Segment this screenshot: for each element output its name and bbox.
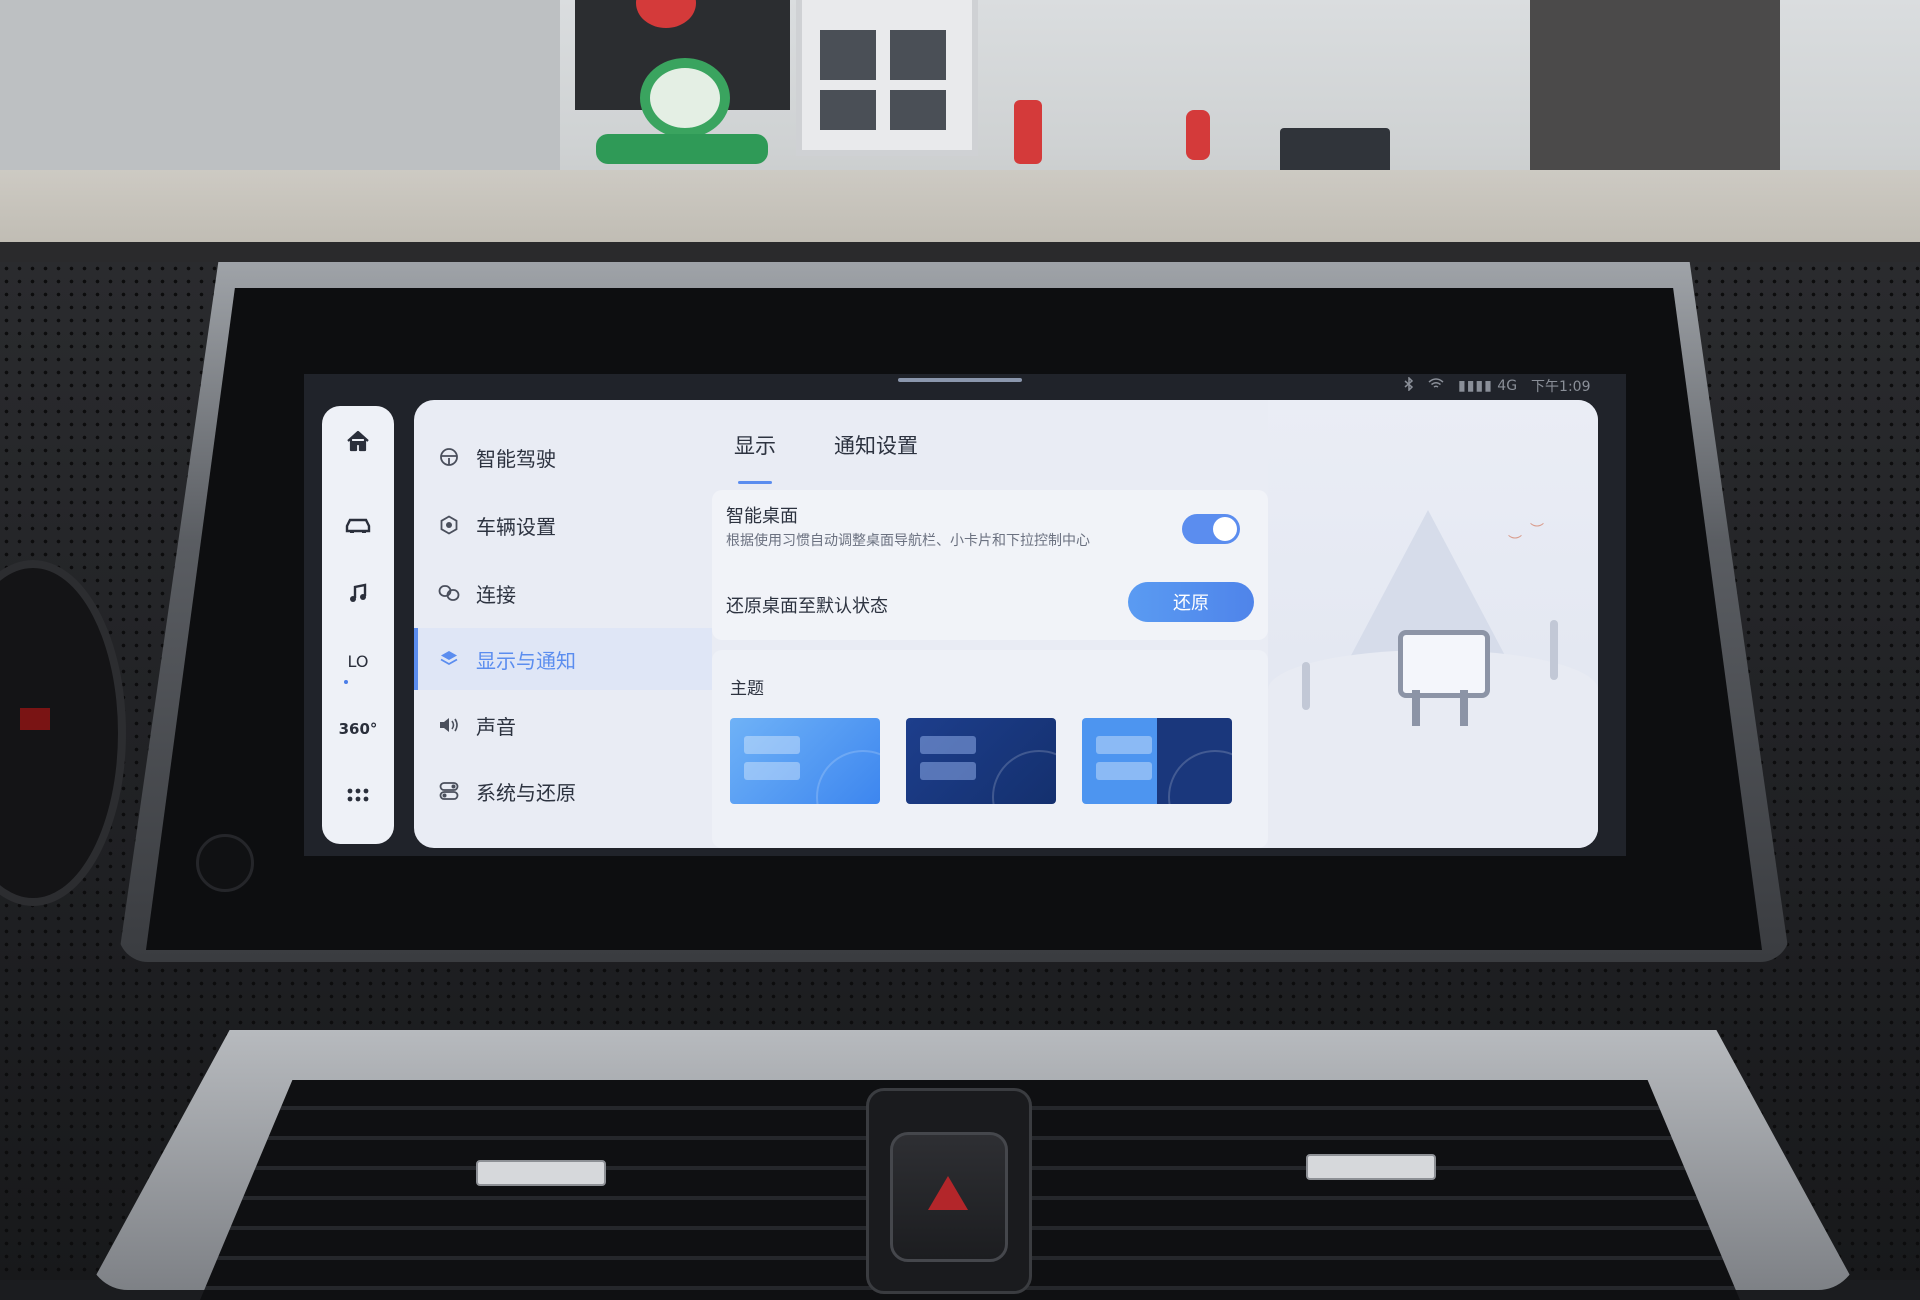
theme-option-light-blue[interactable] — [730, 718, 880, 804]
menu-item-smart-driving[interactable]: 智能驾驶 — [414, 426, 712, 488]
illustration-cactus — [1302, 662, 1310, 710]
cluster-warning-light — [20, 708, 50, 730]
settings-tabs: 显示 通知设置 — [734, 430, 918, 470]
illustration-cactus — [1550, 620, 1558, 680]
network-type: 4G — [1497, 378, 1518, 394]
smart-desktop-card: 智能桌面 根据使用习惯自动调整桌面导航栏、小卡片和下拉控制中心 还原桌面至默认状… — [712, 490, 1268, 640]
camera-360-label: 360° — [338, 720, 378, 738]
vent-adjust-tab-right[interactable] — [1306, 1154, 1436, 1180]
settings-panel: 智能驾驶 车辆设置 连接 显示与通知 声音 系统与还原 显示 通知设置 智能桌面… — [414, 400, 1598, 848]
music-icon — [350, 583, 367, 602]
background-scene — [0, 0, 1920, 262]
menu-item-label: 系统与还原 — [476, 780, 576, 805]
theme-preview-swirl — [1168, 750, 1232, 804]
quick-launch-rail: LO 360° — [322, 406, 394, 844]
illustration-signboard — [1398, 630, 1490, 698]
theme-preview-swirl — [992, 750, 1056, 804]
theme-card: 主题 — [712, 650, 1268, 848]
restore-desktop-label: 还原桌面至默认状态 — [726, 596, 888, 617]
layers-icon — [436, 646, 462, 672]
rail-music-button[interactable] — [330, 566, 386, 620]
wifi-icon — [1428, 378, 1444, 394]
climate-temp-label: LO — [347, 651, 369, 671]
menu-item-label: 显示与通知 — [476, 648, 576, 673]
pull-down-handle[interactable] — [898, 378, 1022, 382]
background-door-pane — [890, 90, 946, 130]
illustration-bird: ︶ — [1530, 523, 1544, 539]
theme-option-split-blue[interactable] — [1082, 718, 1232, 804]
background-door-pane — [890, 30, 946, 80]
menu-item-connection[interactable]: 连接 — [414, 562, 712, 624]
illustration-bird: ︶ — [1508, 535, 1522, 551]
rail-apps-button[interactable] — [330, 770, 386, 824]
smart-desktop-title: 智能桌面 — [726, 506, 798, 527]
theme-preview-bar — [1096, 736, 1152, 754]
theme-preview-bar — [920, 736, 976, 754]
theme-label: 主题 — [730, 679, 764, 699]
steering-wheel-icon — [436, 444, 462, 470]
link-icon — [436, 580, 462, 606]
background-hydrant — [1186, 110, 1210, 160]
rail-climate-temp-button[interactable]: LO — [330, 634, 386, 688]
smart-desktop-description: 根据使用习惯自动调整桌面导航栏、小卡片和下拉控制中心 — [726, 533, 1090, 549]
menu-item-label: 智能驾驶 — [476, 446, 556, 471]
toggles-icon — [436, 778, 462, 804]
apps-grid-icon — [347, 788, 369, 802]
toggle-knob — [1213, 517, 1237, 541]
desert-illustration: ︶ ︶ — [1268, 400, 1598, 848]
hexagon-settings-icon — [436, 512, 462, 538]
menu-item-label: 车辆设置 — [476, 514, 556, 539]
clock: 下午1:09 — [1531, 379, 1591, 395]
menu-item-display-notification[interactable]: 显示与通知 — [414, 628, 712, 690]
speaker-icon — [436, 712, 462, 738]
bezel-knob[interactable] — [196, 834, 254, 892]
tab-display[interactable]: 显示 — [734, 430, 776, 470]
menu-item-label: 连接 — [476, 582, 516, 607]
menu-item-system-restore[interactable]: 系统与还原 — [414, 760, 712, 822]
climate-indicator-dot — [344, 680, 348, 684]
background-door-pane — [820, 30, 876, 80]
theme-preview-swirl — [816, 750, 880, 804]
menu-item-vehicle-settings[interactable]: 车辆设置 — [414, 494, 712, 556]
theme-preview-bar — [744, 736, 800, 754]
menu-item-label: 声音 — [476, 714, 516, 739]
settings-menu: 智能驾驶 车辆设置 连接 显示与通知 声音 系统与还原 — [414, 400, 712, 848]
theme-preview-bar — [1096, 762, 1152, 780]
vent-adjust-tab-left[interactable] — [476, 1160, 606, 1186]
signal-bars-icon: ▮▮▮▮ — [1458, 378, 1493, 394]
infotainment-screen: ▮▮▮▮ 4G 下午1:09 LO 360° 智能驾驶 车辆设置 连接 显示与通… — [304, 374, 1626, 856]
background-person — [1014, 100, 1042, 164]
car-icon — [345, 518, 371, 533]
restore-button[interactable]: 还原 — [1128, 582, 1254, 622]
tab-notification-settings[interactable]: 通知设置 — [834, 430, 918, 470]
background-door-pane — [820, 90, 876, 130]
illustration-sign-post — [1460, 690, 1468, 726]
bluetooth-icon — [1404, 376, 1414, 395]
theme-preview-bar — [744, 762, 800, 780]
theme-option-dark-blue[interactable] — [906, 718, 1056, 804]
status-bar: ▮▮▮▮ 4G 下午1:09 — [1404, 374, 1626, 398]
rail-home-button[interactable] — [330, 414, 386, 468]
background-wall — [0, 0, 560, 180]
smart-desktop-toggle[interactable] — [1182, 514, 1240, 544]
background-green-sculpture — [640, 58, 730, 138]
rail-360-camera-button[interactable]: 360° — [330, 702, 386, 756]
theme-preview-bar — [920, 762, 976, 780]
hazard-triangle-icon — [928, 1176, 968, 1210]
signal-strength: ▮▮▮▮ 4G — [1458, 378, 1517, 394]
menu-item-sound[interactable]: 声音 — [414, 694, 712, 756]
background-green-base — [596, 134, 768, 164]
rail-car-button[interactable] — [330, 498, 386, 552]
illustration-sign-post — [1412, 690, 1420, 726]
home-icon — [347, 430, 369, 452]
